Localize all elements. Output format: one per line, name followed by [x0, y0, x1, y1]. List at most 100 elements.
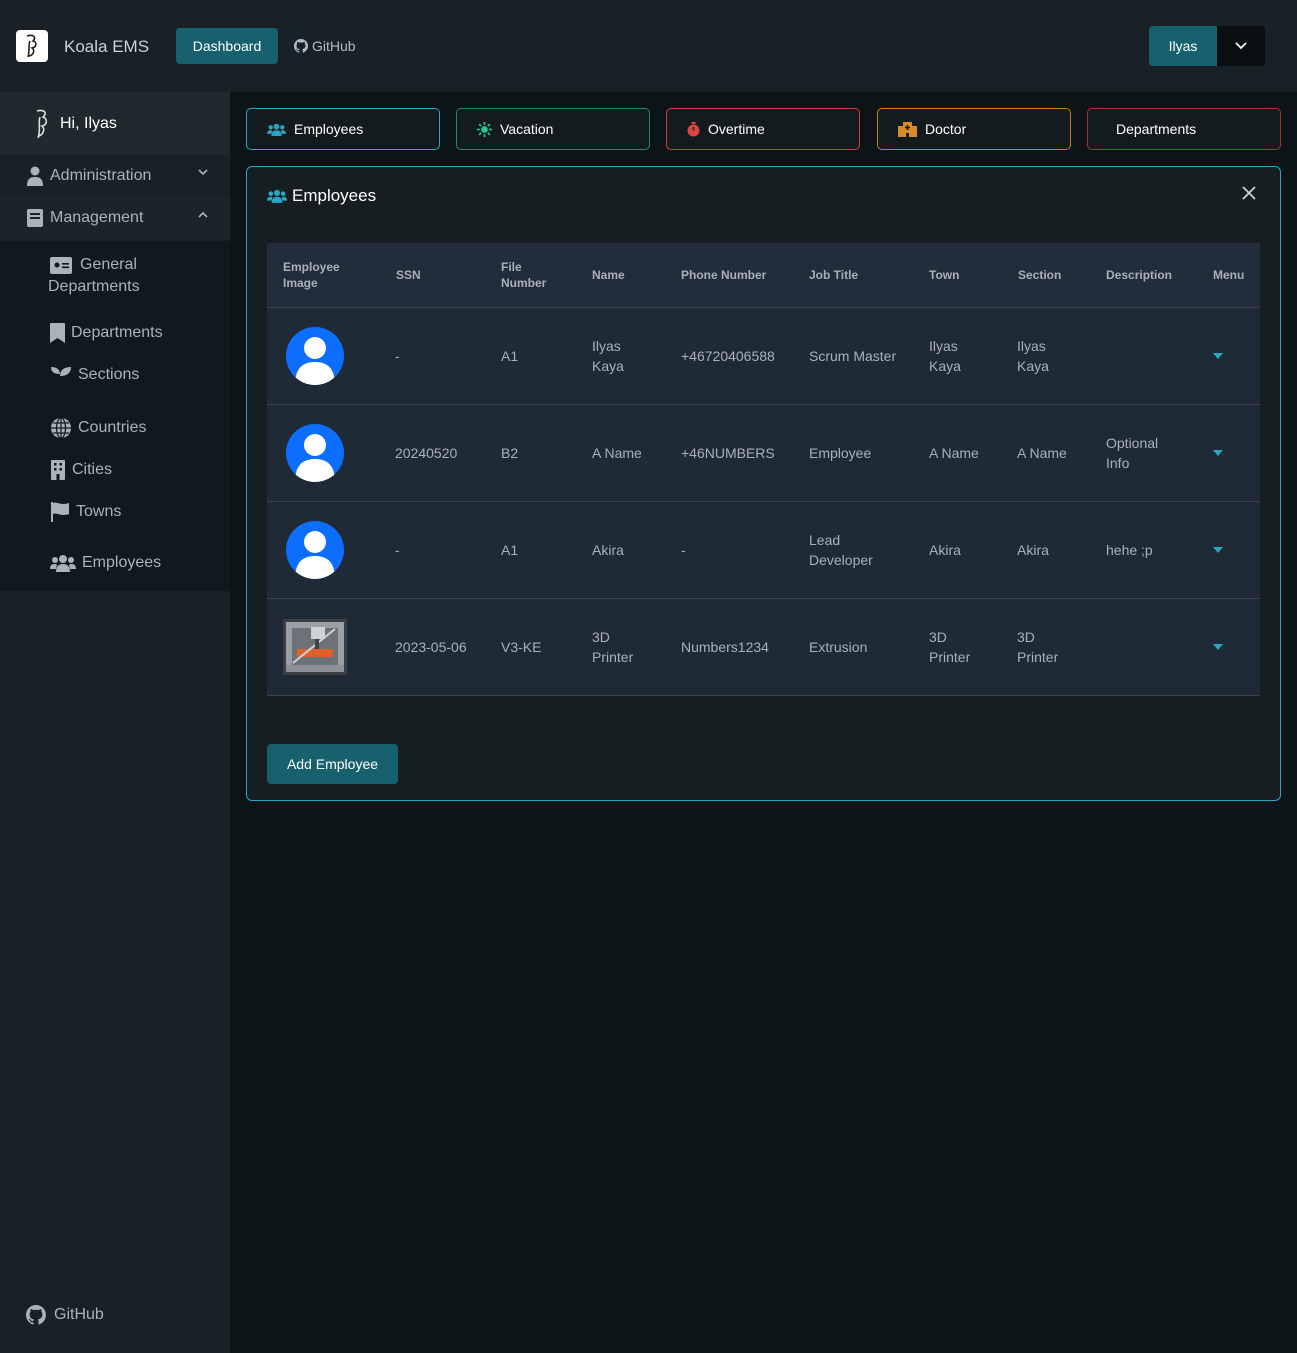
user-dropdown-toggle[interactable]	[1217, 26, 1265, 66]
tab-doctor[interactable]: Doctor	[877, 108, 1071, 150]
row-menu-toggle[interactable]	[1213, 353, 1223, 359]
sidebar-item-departments[interactable]: Departments	[50, 323, 163, 343]
sidebar-item-general-departments[interactable]: General Departments	[48, 256, 140, 296]
top-navbar: Koala EMS Dashboard GitHub Ilyas	[0, 0, 1297, 92]
tab-overtime-label: Overtime	[708, 121, 765, 137]
id-card-icon	[50, 256, 72, 274]
cell-town: Akira	[929, 542, 961, 558]
sidebar-item-sections[interactable]: Sections	[50, 365, 139, 385]
close-icon	[1242, 186, 1256, 200]
cell-file-number: B2	[501, 445, 519, 461]
cell-phone: -	[681, 542, 686, 558]
cell-ssn: 20240520	[395, 445, 458, 461]
sections-label: Sections	[78, 366, 140, 383]
employees-panel: Employees Employee Image SSN File Number N…	[246, 166, 1281, 801]
chevron-down-icon	[1235, 42, 1247, 50]
close-button[interactable]	[1242, 186, 1256, 205]
hospital-icon	[898, 121, 917, 137]
header-file-number: File Number	[501, 260, 547, 290]
github-link-label: GitHub	[312, 38, 356, 54]
cell-name: Ilyas Kaya	[592, 338, 624, 374]
users-icon	[267, 123, 286, 136]
tab-employees-label: Employees	[294, 121, 364, 137]
add-employee-button[interactable]: Add Employee	[267, 744, 398, 784]
brand-name[interactable]: Koala EMS	[64, 37, 149, 57]
cell-job-title: Lead Developer	[809, 532, 873, 568]
koala-logo-icon	[36, 109, 48, 138]
cell-file-number: A1	[501, 542, 519, 558]
sidebar-github-label: GitHub	[54, 1306, 104, 1323]
tab-vacation[interactable]: Vacation	[456, 108, 650, 150]
tab-vacation-label: Vacation	[500, 121, 554, 137]
cell-section: A Name	[1017, 445, 1067, 461]
header-section: Section	[1018, 268, 1062, 282]
cell-town: Ilyas Kaya	[929, 338, 961, 374]
row-menu-toggle[interactable]	[1213, 644, 1223, 650]
chevron-up-icon	[198, 211, 208, 218]
administration-label: Administration	[50, 167, 152, 184]
sidebar-item-towns[interactable]: Towns	[50, 502, 121, 522]
cell-ssn: -	[395, 542, 400, 558]
cell-job-title: Extrusion	[809, 639, 868, 655]
book-icon	[27, 209, 43, 227]
cell-file-number: V3-KE	[501, 639, 542, 655]
users-icon	[50, 555, 76, 572]
koala-logo[interactable]	[16, 30, 48, 62]
sidebar-item-cities[interactable]: Cities	[50, 460, 112, 480]
avatar	[286, 521, 344, 579]
header-phone: Phone Number	[681, 268, 767, 282]
cell-job-title: Employee	[809, 445, 872, 461]
sidebar-github-link[interactable]: GitHub	[26, 1305, 104, 1325]
cell-section: Ilyas Kaya	[1017, 338, 1049, 374]
seedling-icon	[51, 367, 71, 385]
flag-icon	[51, 502, 69, 522]
cell-phone: +46720406588	[681, 348, 775, 364]
header-job-title: Job Title	[809, 268, 859, 282]
tab-departments[interactable]: Departments	[1087, 108, 1281, 150]
management-label: Management	[50, 209, 144, 226]
table-header: Employee Image SSN File Number Name Phone …	[267, 243, 1260, 308]
globe-icon	[51, 417, 71, 439]
employees-table: Employee Image SSN File Number Name Phone …	[267, 243, 1260, 696]
tab-doctor-label: Doctor	[925, 121, 967, 137]
tab-employees[interactable]: Employees	[246, 108, 440, 150]
cell-name: 3D Printer	[592, 629, 634, 665]
management-submenu: General Departments Departments Sections…	[0, 241, 230, 591]
sidebar-item-countries[interactable]: Countries	[50, 417, 146, 439]
cell-ssn: 2023-05-06	[395, 639, 467, 655]
header-description: Description	[1106, 268, 1173, 282]
cell-phone: Numbers1234	[681, 639, 769, 655]
cell-name: A Name	[592, 445, 642, 461]
cities-label: Cities	[72, 461, 113, 478]
header-town: Town	[929, 268, 960, 282]
github-icon	[26, 1305, 46, 1325]
towns-label: Towns	[76, 503, 122, 520]
github-link[interactable]: GitHub	[294, 38, 356, 54]
table-row: - A1 Ilyas Kaya +46720406588 Scrum Master…	[267, 308, 1260, 405]
panel-title: Employees	[292, 186, 377, 205]
cell-file-number: A1	[501, 348, 519, 364]
header-menu: Menu	[1213, 268, 1245, 282]
dashboard-button[interactable]: Dashboard	[176, 28, 278, 64]
cell-section: Akira	[1017, 542, 1049, 558]
cell-section: 3D Printer	[1017, 629, 1059, 665]
tab-overtime[interactable]: Overtime	[666, 108, 860, 150]
sidebar-item-administration[interactable]: Administration	[0, 155, 230, 197]
users-icon	[267, 189, 287, 203]
tab-departments-label: Departments	[1116, 121, 1197, 137]
sidebar-item-employees[interactable]: Employees	[50, 554, 161, 572]
sidebar: Hi, Ilyas Administration Management Gene…	[0, 92, 230, 1353]
row-menu-toggle[interactable]	[1213, 450, 1223, 456]
user-button[interactable]: Ilyas	[1149, 26, 1217, 66]
cell-town: 3D Printer	[929, 629, 971, 665]
building-icon	[51, 460, 65, 480]
cell-name: Akira	[592, 542, 624, 558]
general-departments-label-1: General	[80, 256, 137, 273]
departments-label: Departments	[71, 324, 163, 341]
table-row: 2023-05-06 V3-KE 3D Printer Numbers1234 E…	[267, 599, 1260, 696]
sidebar-item-management[interactable]: Management	[0, 197, 230, 239]
printer-image	[283, 619, 347, 675]
chevron-down-icon	[198, 169, 208, 176]
user-icon	[27, 166, 43, 186]
row-menu-toggle[interactable]	[1213, 547, 1223, 553]
